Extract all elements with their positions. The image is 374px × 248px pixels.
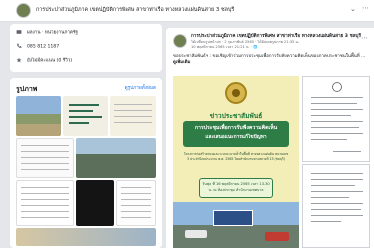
post-image-document[interactable] xyxy=(302,164,370,248)
poster-news-label: ข่าวประชาสัมพันธ์ xyxy=(209,112,263,120)
post-card: การประปาส่วนภูมิภาค เขตปฏิบัติการพิเศษ ส… xyxy=(166,28,374,248)
post-author-avatar[interactable] xyxy=(173,34,187,48)
photos-title: รูปภาพ xyxy=(16,85,38,93)
agency-seal-icon xyxy=(225,82,247,104)
document-seal-icon xyxy=(332,82,342,92)
post-timestamp[interactable]: 10 พฤศจิกายน 2565 เวลา 21:21 น. · 🌐 xyxy=(191,44,257,50)
phone-row: 085 812 1187 xyxy=(16,43,59,50)
post-image-poster[interactable]: ข่าวประชาสัมพันธ์ การประชุมเพื่อการรับฟั… xyxy=(173,76,299,248)
post-body-text: ขอประชาสัมพันธ์ฯ : ขอเชิญเข้าร่วมการประช… xyxy=(173,54,366,59)
post-text: ขอประชาสัมพันธ์ฯ : ขอเชิญเข้าร่วมการประช… xyxy=(173,54,369,66)
photos-card: รูปภาพ ดูรูปภาพทั้งหมด xyxy=(10,78,162,248)
more-options-icon[interactable]: ⋯ xyxy=(362,4,369,12)
intro-card: ผลงาน · หน่วยงานภาครัฐ 085 812 1187 ยังไ… xyxy=(10,24,162,72)
phone-text[interactable]: 085 812 1187 xyxy=(27,45,59,50)
phone-icon xyxy=(17,43,22,48)
photo-thumbnail[interactable] xyxy=(16,180,74,226)
see-all-photos-link[interactable]: ดูรูปภาพทั้งหมด xyxy=(125,85,156,92)
category-text: ผลงาน · หน่วยงานภาครัฐ xyxy=(27,30,78,36)
see-more-link[interactable]: ดูเพิ่มเติม xyxy=(173,60,190,65)
rating-row: ยังไม่มีคะแนน (0 รีวิว) xyxy=(16,57,72,65)
star-icon xyxy=(16,57,22,63)
poster-date-box: วันพุธ ที่ 16 พฤศจิกายน 2565 เวลา 13.30 … xyxy=(199,178,273,198)
photo-thumbnail[interactable] xyxy=(16,138,74,178)
page-title[interactable]: การประปาส่วนภูมิภาค เขตปฏิบัติการพิเศษ ส… xyxy=(36,6,234,14)
rating-text: ยังไม่มีคะแนน (0 รีวิว) xyxy=(27,58,73,64)
page-header: การประปาส่วนภูมิภาค เขตปฏิบัติการพิเศษ ส… xyxy=(0,0,374,22)
photo-thumbnail[interactable] xyxy=(63,96,108,136)
left-column: ผลงาน · หน่วยงานภาครัฐ 085 812 1187 ยังไ… xyxy=(10,24,162,248)
poster-headline-2: และเสนอแนะการแก้ไขปัญหา xyxy=(205,135,267,140)
more-options-icon[interactable]: ⋯ xyxy=(361,34,368,42)
category-row: ผลงาน · หน่วยงานภาครัฐ xyxy=(16,29,78,37)
photo-thumbnail[interactable] xyxy=(116,180,156,226)
poster-headline-1: การประชุมเพื่อการรับฟังความคิดเห็น xyxy=(194,125,278,131)
photo-thumbnail[interactable] xyxy=(16,228,156,246)
page-avatar[interactable] xyxy=(16,3,31,18)
category-icon xyxy=(16,30,22,34)
photo-thumbnail[interactable] xyxy=(16,96,61,136)
car-image xyxy=(265,232,289,241)
chevron-down-icon[interactable]: ⌄ xyxy=(350,5,356,13)
photo-thumbnail[interactable] xyxy=(76,138,156,178)
post-image-document[interactable] xyxy=(302,76,370,162)
photo-thumbnail[interactable] xyxy=(110,96,156,136)
poster-body-text: โครงการก่อสร้างถนนและระบบระบายน้ำในพื้นท… xyxy=(183,152,289,161)
road-sign-image xyxy=(213,210,253,226)
car-image xyxy=(185,230,207,238)
photo-thumbnail[interactable] xyxy=(76,180,114,226)
